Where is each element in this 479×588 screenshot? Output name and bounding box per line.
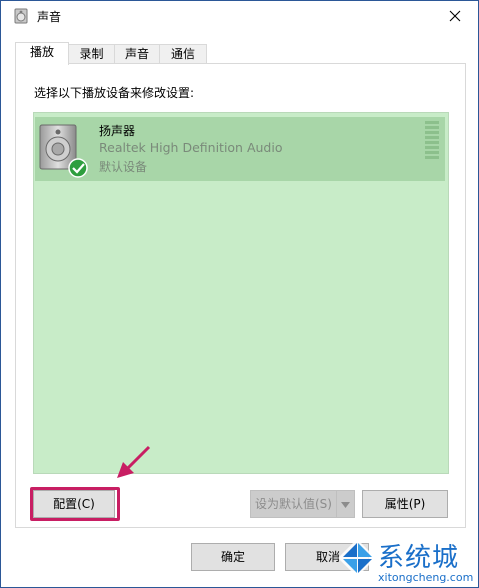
close-button[interactable] — [432, 1, 478, 31]
tab-playback[interactable]: 播放 — [15, 42, 69, 65]
title-bar[interactable]: 声音 — [1, 1, 478, 31]
tab-sounds[interactable]: 声音 — [114, 44, 160, 64]
device-list[interactable]: 扬声器 Realtek High Definition Audio 默认设备 — [33, 112, 449, 474]
pointer-arrow-icon — [117, 445, 151, 478]
watermark-url: xitongcheng.com — [378, 571, 474, 584]
window-title: 声音 — [37, 10, 62, 24]
set-default-dropdown[interactable] — [336, 490, 355, 518]
ok-button[interactable]: 确定 — [191, 543, 275, 571]
windows-logo-icon — [338, 539, 376, 577]
playback-panel: 选择以下播放设备来修改设置: 扬声器 Realtek High Definiti… — [15, 63, 466, 528]
speaker-app-icon — [14, 8, 28, 24]
configure-highlight-box — [30, 487, 120, 521]
properties-button[interactable]: 属性(P) — [362, 490, 448, 518]
check-icon — [68, 158, 88, 178]
tab-strip: 播放 录制 声音 通信 — [15, 42, 465, 65]
device-item[interactable]: 扬声器 Realtek High Definition Audio 默认设备 — [35, 117, 445, 181]
speaker-icon — [39, 124, 88, 178]
volume-level-meter — [425, 121, 439, 161]
close-icon — [449, 10, 461, 22]
watermark-text: 系统城 — [378, 543, 460, 573]
tab-recording[interactable]: 录制 — [68, 44, 115, 64]
device-driver: Realtek High Definition Audio — [99, 140, 283, 155]
chevron-down-icon — [341, 502, 350, 508]
instruction-label: 选择以下播放设备来修改设置: — [34, 86, 195, 100]
sound-dialog: 声音 播放 录制 声音 通信 选择以下播放设备来修改设置: 扬声器 Realte… — [0, 0, 479, 588]
watermark: 系统城 xitongcheng.com — [334, 531, 479, 588]
set-default-button[interactable]: 设为默认值(S) — [250, 490, 336, 518]
device-status: 默认设备 — [99, 160, 148, 174]
device-name: 扬声器 — [99, 124, 136, 138]
tab-communications[interactable]: 通信 — [159, 44, 207, 64]
